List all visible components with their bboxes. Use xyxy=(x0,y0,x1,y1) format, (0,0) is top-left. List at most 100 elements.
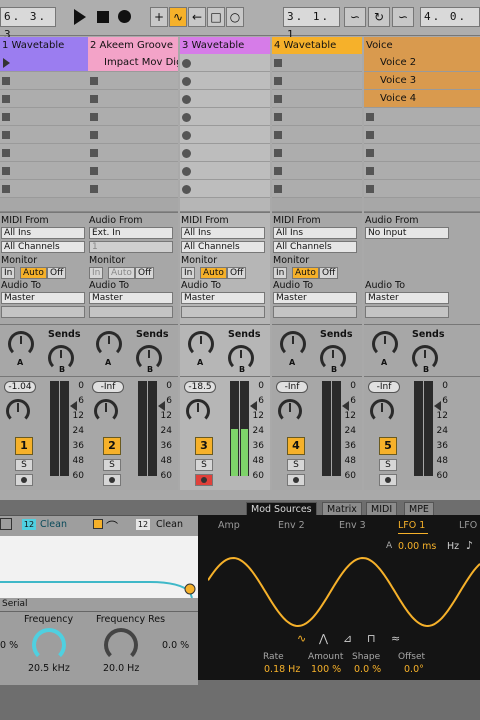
track-activator-button[interactable]: 1 xyxy=(15,437,33,455)
clip-slot[interactable] xyxy=(88,72,178,90)
clip[interactable]: Impact Mov Dig xyxy=(88,54,178,71)
tab-lfo-1[interactable]: LFO 1 xyxy=(398,520,425,531)
solo-button[interactable]: S xyxy=(195,459,213,471)
send-a-knob[interactable] xyxy=(8,331,34,357)
stop-clips-row[interactable] xyxy=(180,198,270,212)
clip-slot[interactable] xyxy=(0,126,90,144)
record-slot-icon[interactable] xyxy=(182,149,191,158)
clip-slot[interactable] xyxy=(364,108,480,126)
stop-slot-icon[interactable] xyxy=(90,185,98,193)
frequency-knob[interactable] xyxy=(32,628,66,662)
clip-slot[interactable] xyxy=(364,162,480,180)
audio-to-channel[interactable] xyxy=(273,306,357,318)
solo-button[interactable]: S xyxy=(287,459,305,471)
sine-shape-icon[interactable]: ∿ xyxy=(297,632,306,645)
stop-clips-row[interactable] xyxy=(0,198,90,212)
stop-slot-icon[interactable] xyxy=(274,113,282,121)
clip-slot[interactable] xyxy=(0,108,90,126)
stop-slot-icon[interactable] xyxy=(366,167,374,175)
stop-slot-icon[interactable] xyxy=(274,149,282,157)
monitor-off-button[interactable]: Off xyxy=(227,267,247,279)
monitor-off-button[interactable]: Off xyxy=(135,267,155,279)
clip-slot[interactable] xyxy=(180,180,270,198)
audio-to-channel[interactable] xyxy=(89,306,173,318)
stop-slot-icon[interactable] xyxy=(366,185,374,193)
record-icon[interactable] xyxy=(118,10,131,23)
send-a-knob[interactable] xyxy=(188,331,214,357)
stop-slot-icon[interactable] xyxy=(274,185,282,193)
monitor-in-button[interactable]: In xyxy=(89,267,104,279)
io-from-select[interactable]: Ext. In xyxy=(89,227,173,239)
monitor-auto-button[interactable]: Auto xyxy=(108,267,135,279)
arm-button[interactable] xyxy=(287,474,305,486)
filter1-type[interactable]: Clean xyxy=(40,519,67,530)
io-from-select[interactable]: All Ins xyxy=(181,227,265,239)
stop-slot-icon[interactable] xyxy=(2,77,10,85)
record-slot-icon[interactable] xyxy=(182,113,191,122)
stop-slot-icon[interactable] xyxy=(90,77,98,85)
clip-slot[interactable]: Voice 3 xyxy=(364,72,480,90)
io-from-select[interactable]: No Input xyxy=(365,227,449,239)
filter2-slope-badge[interactable]: 12 xyxy=(136,519,150,530)
capture-icon[interactable]: □ xyxy=(207,7,225,27)
send-a-knob[interactable] xyxy=(96,331,122,357)
stop-slot-icon[interactable] xyxy=(274,77,282,85)
filter1-slope-badge[interactable]: 12 xyxy=(22,519,36,530)
stop-slot-icon[interactable] xyxy=(2,113,10,121)
tab-midi[interactable]: MIDI xyxy=(366,502,398,516)
stop-slot-icon[interactable] xyxy=(90,167,98,175)
clip-slot[interactable] xyxy=(88,108,178,126)
frequency-res-value[interactable]: 20.0 Hz xyxy=(103,663,139,674)
monitor-off-button[interactable]: Off xyxy=(47,267,67,279)
clip-slot[interactable] xyxy=(88,126,178,144)
filter1-toggle[interactable] xyxy=(0,518,12,530)
tab-matrix[interactable]: Matrix xyxy=(322,502,362,516)
track-activator-button[interactable]: 3 xyxy=(195,437,213,455)
clip-slot[interactable] xyxy=(364,126,480,144)
offset-value[interactable]: 0.0° xyxy=(404,664,424,675)
audio-to-channel[interactable] xyxy=(365,306,449,318)
note-icon[interactable]: ♪ xyxy=(466,539,473,552)
frequency-res-knob[interactable] xyxy=(104,628,138,662)
stop-slot-icon[interactable] xyxy=(366,131,374,139)
volume-field[interactable]: -18.5 xyxy=(184,381,216,393)
monitor-auto-button[interactable]: Auto xyxy=(200,267,227,279)
clip-slot[interactable] xyxy=(272,72,362,90)
tab-mod-sources[interactable]: Mod Sources xyxy=(246,502,317,516)
stop-slot-icon[interactable] xyxy=(274,167,282,175)
clip[interactable]: Voice 4 xyxy=(364,90,480,107)
tab-lfo-2[interactable]: LFO xyxy=(459,520,477,531)
clip-slot[interactable]: Voice 2 xyxy=(364,54,480,72)
arm-button[interactable] xyxy=(103,474,121,486)
record-slot-icon[interactable] xyxy=(182,167,191,176)
stop-slot-icon[interactable] xyxy=(2,149,10,157)
record-slot-icon[interactable] xyxy=(182,185,191,194)
clip-slot[interactable] xyxy=(0,162,90,180)
io-channel-select[interactable]: 1 xyxy=(89,241,173,253)
clip-slot[interactable] xyxy=(180,108,270,126)
arm-button[interactable] xyxy=(15,474,33,486)
stop-slot-icon[interactable] xyxy=(2,185,10,193)
tab-env-2[interactable]: Env 2 xyxy=(278,520,305,531)
stop-slot-icon[interactable] xyxy=(366,113,374,121)
monitor-in-button[interactable]: In xyxy=(1,267,16,279)
stop-slot-icon[interactable] xyxy=(274,131,282,139)
stop-slot-icon[interactable] xyxy=(2,95,10,103)
track-title[interactable]: 2 Akeem Groove xyxy=(88,37,178,54)
clip-slot[interactable]: Voice 4 xyxy=(364,90,480,108)
clip-slot[interactable] xyxy=(88,162,178,180)
amount-value[interactable]: 100 % xyxy=(311,664,341,675)
triangle-shape-icon[interactable]: ⋀ xyxy=(319,632,328,645)
routing-select[interactable]: Serial xyxy=(2,599,27,609)
monitor-in-button[interactable]: In xyxy=(273,267,288,279)
arm-button[interactable] xyxy=(195,474,213,486)
record-slot-icon[interactable] xyxy=(182,77,191,86)
clip-slot[interactable] xyxy=(272,180,362,198)
monitor-off-button[interactable]: Off xyxy=(319,267,339,279)
track-activator-button[interactable]: 5 xyxy=(379,437,397,455)
punch-out-icon[interactable]: ∽ xyxy=(392,7,414,27)
io-from-select[interactable]: All Ins xyxy=(1,227,85,239)
stop-slot-icon[interactable] xyxy=(90,149,98,157)
volume-field[interactable]: -Inf xyxy=(276,381,308,393)
io-channel-select[interactable]: All Channels xyxy=(273,241,357,253)
